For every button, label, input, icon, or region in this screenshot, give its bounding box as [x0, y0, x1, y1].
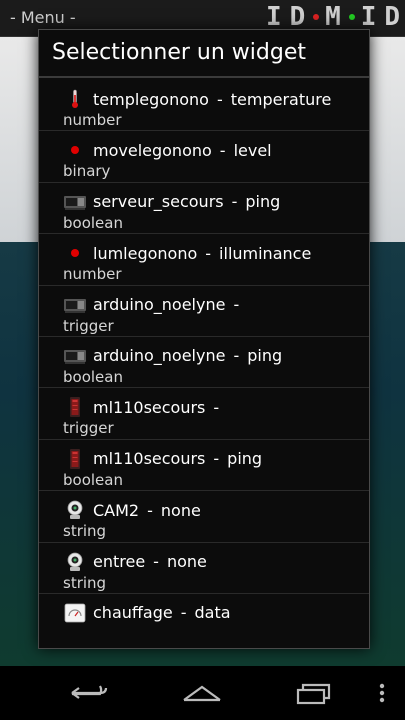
server-tower-icon [63, 448, 87, 469]
back-button[interactable] [58, 676, 118, 710]
webcam-icon [63, 552, 87, 572]
widget-type: binary [63, 162, 111, 181]
widget-kind: ping [227, 449, 263, 469]
widget-name: entree [93, 552, 146, 572]
thermometer-icon [63, 89, 87, 109]
widget-type: trigger [63, 316, 114, 335]
overflow-dots-icon [379, 683, 385, 703]
list-item[interactable]: entree - none string [39, 543, 369, 594]
widget-kind: data [194, 603, 231, 623]
widget-select-dialog: Selectionner un widget templegonono - te… [38, 29, 370, 649]
home-button[interactable] [172, 676, 232, 710]
list-item[interactable]: movelegonono - level binary [39, 131, 369, 183]
widget-list: templegonono - temperature number movele… [39, 80, 369, 645]
dialog-title: Selectionner un widget [39, 30, 369, 78]
widget-kind: none [166, 552, 207, 572]
widget-name: lumlegonono [93, 243, 198, 263]
widget-type: number [63, 111, 122, 129]
computer-icon [63, 295, 87, 315]
widget-kind: temperature [230, 89, 332, 109]
widget-type: boolean [63, 213, 123, 232]
widget-type: number [63, 265, 122, 284]
widget-type: string [63, 573, 107, 592]
widget-type: boolean [63, 470, 123, 489]
red-dot-icon [63, 140, 87, 160]
list-item[interactable]: templegonono - temperature number [39, 80, 369, 132]
back-arrow-icon [71, 685, 108, 699]
gauge-icon [63, 603, 87, 623]
computer-icon [63, 192, 87, 212]
system-nav-bar [0, 666, 405, 720]
widget-name: ml110secours [93, 449, 206, 469]
widget-name: arduino_noelyne [93, 346, 226, 366]
widget-type: string [63, 522, 107, 541]
recent-apps-button[interactable] [284, 676, 344, 710]
widget-type: boolean [63, 367, 123, 386]
home-icon [183, 685, 221, 702]
list-item[interactable]: chauffage - data [39, 594, 369, 645]
widget-kind: level [233, 140, 272, 160]
widget-type: trigger [63, 419, 114, 438]
list-item[interactable]: ml110secours - trigger [39, 388, 369, 440]
widget-name: arduino_noelyne [93, 295, 226, 315]
list-item[interactable]: arduino_noelyne - trigger [39, 286, 369, 337]
widget-name: chauffage [93, 603, 173, 623]
widget-name: ml110secours [93, 397, 206, 417]
overflow-menu-button[interactable] [372, 676, 392, 710]
widget-kind: illuminance [219, 243, 312, 263]
list-item[interactable]: lumlegonono - illuminance number [39, 234, 369, 286]
computer-icon [63, 346, 87, 366]
webcam-icon [63, 500, 87, 520]
list-item[interactable]: CAM2 - none string [39, 491, 369, 543]
widget-name: templegonono [93, 89, 209, 109]
server-tower-icon [63, 397, 87, 418]
red-dot-icon [63, 243, 87, 263]
widget-kind: none [160, 500, 201, 520]
widget-name: movelegonono [93, 140, 212, 160]
list-item[interactable]: ml110secours - ping boolean [39, 440, 369, 492]
widget-name: serveur_secours [93, 192, 224, 212]
menu-button[interactable]: - Menu - [10, 8, 76, 27]
dmd-logo: IDMID [265, 2, 402, 32]
list-item[interactable]: serveur_secours - ping boolean [39, 183, 369, 235]
list-item[interactable]: arduino_noelyne - ping boolean [39, 337, 369, 389]
widget-name: CAM2 [93, 500, 140, 520]
widget-kind: ping [247, 346, 283, 366]
recent-apps-icon [296, 683, 331, 705]
widget-kind: ping [245, 192, 281, 212]
